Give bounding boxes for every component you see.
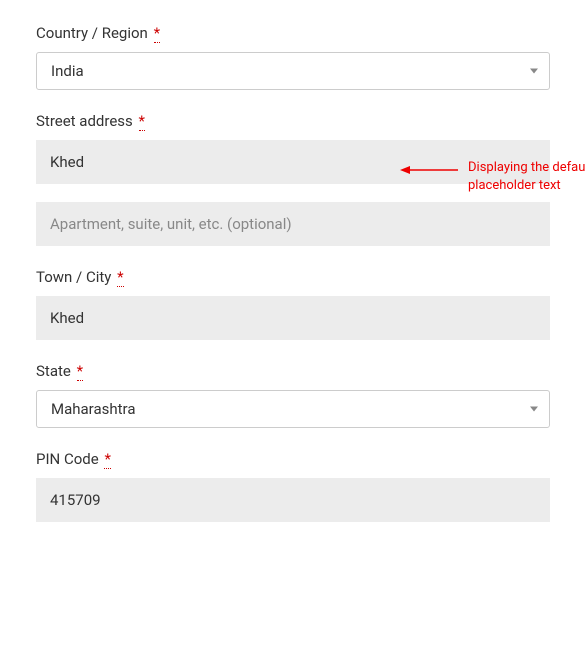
pincode-input[interactable] — [36, 478, 550, 522]
country-select-wrap: India — [36, 52, 550, 90]
city-input[interactable] — [36, 296, 550, 340]
street-field: Street address * Displaying the default … — [36, 112, 550, 246]
required-asterisk: * — [154, 24, 160, 43]
required-asterisk: * — [139, 112, 145, 131]
country-label-text: Country / Region — [36, 24, 148, 42]
required-asterisk: * — [104, 450, 110, 469]
pincode-field: PIN Code * — [36, 450, 550, 522]
city-label: Town / City * — [36, 268, 550, 286]
required-asterisk: * — [77, 362, 83, 381]
state-label: State * — [36, 362, 550, 380]
state-select-wrap: Maharashtra — [36, 390, 550, 428]
city-label-text: Town / City — [36, 268, 111, 286]
country-select[interactable]: India — [36, 52, 550, 90]
street-label-text: Street address — [36, 112, 133, 130]
city-field: Town / City * — [36, 268, 550, 340]
country-label: Country / Region * — [36, 24, 550, 42]
required-asterisk: * — [117, 268, 123, 287]
state-field: State * Maharashtra — [36, 362, 550, 428]
street-label: Street address * — [36, 112, 550, 130]
pincode-label-text: PIN Code — [36, 450, 99, 468]
state-select[interactable]: Maharashtra — [36, 390, 550, 428]
street-line1-input[interactable] — [36, 140, 550, 184]
street-line2-input[interactable] — [36, 202, 550, 246]
pincode-label: PIN Code * — [36, 450, 550, 468]
state-label-text: State — [36, 362, 71, 380]
country-field: Country / Region * India — [36, 24, 550, 90]
